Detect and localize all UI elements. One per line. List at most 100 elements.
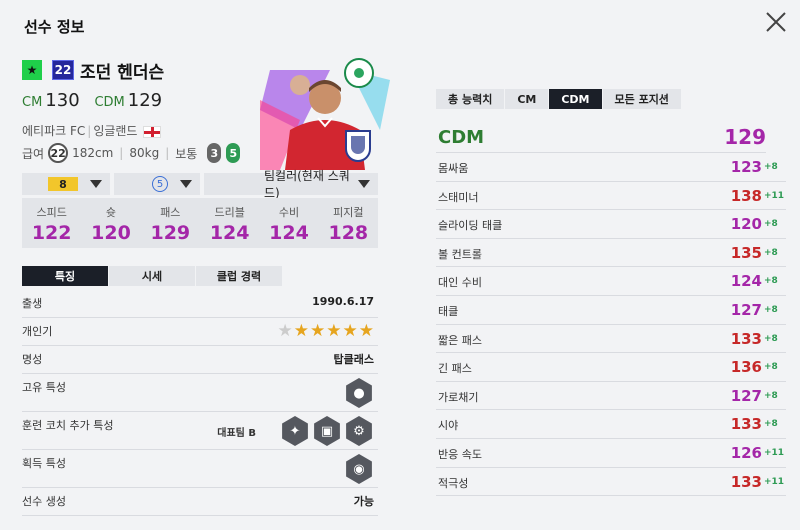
weight: 80kg [129,146,160,160]
player-number-badge: 22 [52,60,74,80]
star-icon: ★ [358,321,374,341]
attribute-label: 시야 [438,419,459,433]
attribute-row: 태클 127 +8 [436,296,786,325]
tab-total[interactable]: 총 능력치 [436,89,505,109]
attribute-row: 시야 133 +8 [436,410,786,439]
star-icon: ★ [326,321,342,341]
acquired-trait-icon[interactable]: ◉ [346,454,372,484]
grade-star-icon: ★ [22,60,42,80]
star-icon: ★ [342,321,358,341]
attribute-bonus: +8 [764,362,778,373]
popularity-row: 개인기 ★ ★ ★ ★ ★ ★ [22,318,378,346]
pay-badge: 22 [48,143,69,163]
star-icon: ★ [310,321,326,341]
ovr-pos: CDM [94,95,125,110]
ovr-value: 129 [127,90,163,111]
coach-value: 대표팀 B [217,427,256,439]
tab-cm[interactable]: CM [505,89,549,109]
attribute-bonus: +8 [764,304,778,315]
attribute-bonus: +8 [764,276,778,287]
attribute-bonus: +11 [764,447,785,458]
attribute-bonus: +8 [764,247,778,258]
popularity-stars: ★ ★ ★ ★ ★ ★ [278,321,375,341]
attribute-row: 몸싸움 123 +8 [436,153,786,182]
chevron-down-icon [180,180,192,188]
attribute-label: 가로채기 [438,390,479,404]
tab-cdm[interactable]: CDM [549,89,602,109]
trait-icon[interactable]: ● [346,378,372,408]
detail-rows: 출생 1990.6.17 개인기 ★ ★ ★ ★ ★ ★ 명성 탑클래스 고유 특성 ● 훈련… [22,290,378,516]
attribute-row: 반응 속도 126 +11 [436,439,786,468]
attribute-value: 133 [730,415,762,434]
attribute-value: 136 [730,358,762,377]
level-select[interactable]: 8 [22,173,110,195]
attribute-list: 몸싸움 123 +8 스태미너 138 +11 슬라이딩 태클 120 +8 볼 컨트롤 135 +8… [436,153,786,497]
attribute-value: 133 [730,472,762,491]
player-photo [260,70,390,170]
attribute-label: 볼 컨트롤 [438,247,482,261]
stat-shoot: 슛 120 [91,206,131,244]
tab-club-career[interactable]: 클럽 경력 [196,266,282,286]
main-stats: 스피드 122 슛 120 패스 129 드리블 124 수비 124 피지컬 128 [22,198,378,248]
attribute-bonus: +8 [764,419,778,430]
team-color-label: 팀컬러(현재 스쿼드) [264,169,350,200]
stat-speed: 스피드 122 [31,206,72,244]
team-color-select[interactable]: 팀컬러(현재 스쿼드) [204,169,378,200]
attribute-row: 가로채기 127 +8 [436,382,786,411]
attribute-bonus: +11 [764,476,785,487]
stat-pass: 패스 129 [150,206,191,244]
attribute-bonus: +8 [764,390,778,401]
attribute-bonus: +11 [764,190,785,201]
coach-trait-icon[interactable]: ⚙ [346,416,372,446]
attribute-bonus: +8 [764,333,778,344]
attribute-value: 127 [730,386,762,405]
strong-foot-badge: 5 [226,143,241,163]
nation-name: 잉글랜드 [93,124,138,138]
coach-trait-icon[interactable]: ▣ [314,416,340,446]
position-tabs: 총 능력치 CM CDM 모든 포지션 [436,89,682,109]
attribute-value: 135 [730,243,762,262]
window-title: 선수 정보 [24,18,85,36]
tab-market[interactable]: 시세 [109,266,195,286]
attribute-row: 대인 수비 124 +8 [436,267,786,296]
coach-trait-icon[interactable]: ✦ [282,416,308,446]
attribute-label: 짧은 패스 [438,333,482,347]
attribute-label: 몸싸움 [438,162,469,175]
detail-tabs: 특징 시세 클럽 경력 [22,266,283,286]
attribute-label: 대인 수비 [438,276,482,290]
height: 182cm [72,146,114,160]
position-rating: CDM 129 [436,125,766,153]
attribute-row: 적극성 133 +11 [436,468,786,497]
attribute-value: 123 [730,158,762,176]
attribute-label: 긴 패스 [438,362,472,376]
stat-dribble: 드리블 124 [209,206,250,244]
body-type: 보통 [175,146,198,161]
tab-traits[interactable]: 특징 [22,266,108,286]
attribute-label: 태클 [438,304,459,318]
trait-row: 고유 특성 ● [22,374,378,412]
attribute-label: 반응 속도 [438,447,482,461]
attribute-bonus: +8 [764,162,778,172]
coach-row: 훈련 코치 추가 특성 대표팀 B ✦ ▣ ⚙ [22,412,378,450]
fame-row: 명성 탑클래스 [22,346,378,374]
national-team-emblem-icon [345,130,371,162]
upgrade-select[interactable]: 5 [114,173,200,195]
attribute-value: 133 [730,329,762,348]
club-emblem-icon [344,58,374,88]
attribute-value: 138 [730,186,762,205]
attribute-row: 스태미너 138 +11 [436,182,786,211]
attribute-value: 124 [730,272,762,291]
club-nation-line: 에티파크 FC | 잉글랜드 [22,122,162,139]
upgrade-badge: 5 [152,176,168,192]
player-name: 조던 헨더슨 [80,63,165,83]
attribute-bonus: +8 [764,219,778,230]
close-icon[interactable] [762,8,790,36]
acquired-row: 획득 특성 ◉ [22,450,378,488]
level-badge: 8 [48,177,78,191]
club-name: 에티파크 FC [22,124,86,138]
tab-all-positions[interactable]: 모든 포지션 [602,89,681,109]
attribute-row: 긴 패스 136 +8 [436,353,786,382]
star-icon: ★ [277,321,293,341]
attribute-label: 슬라이딩 태클 [438,219,503,233]
chevron-down-icon [358,180,370,188]
